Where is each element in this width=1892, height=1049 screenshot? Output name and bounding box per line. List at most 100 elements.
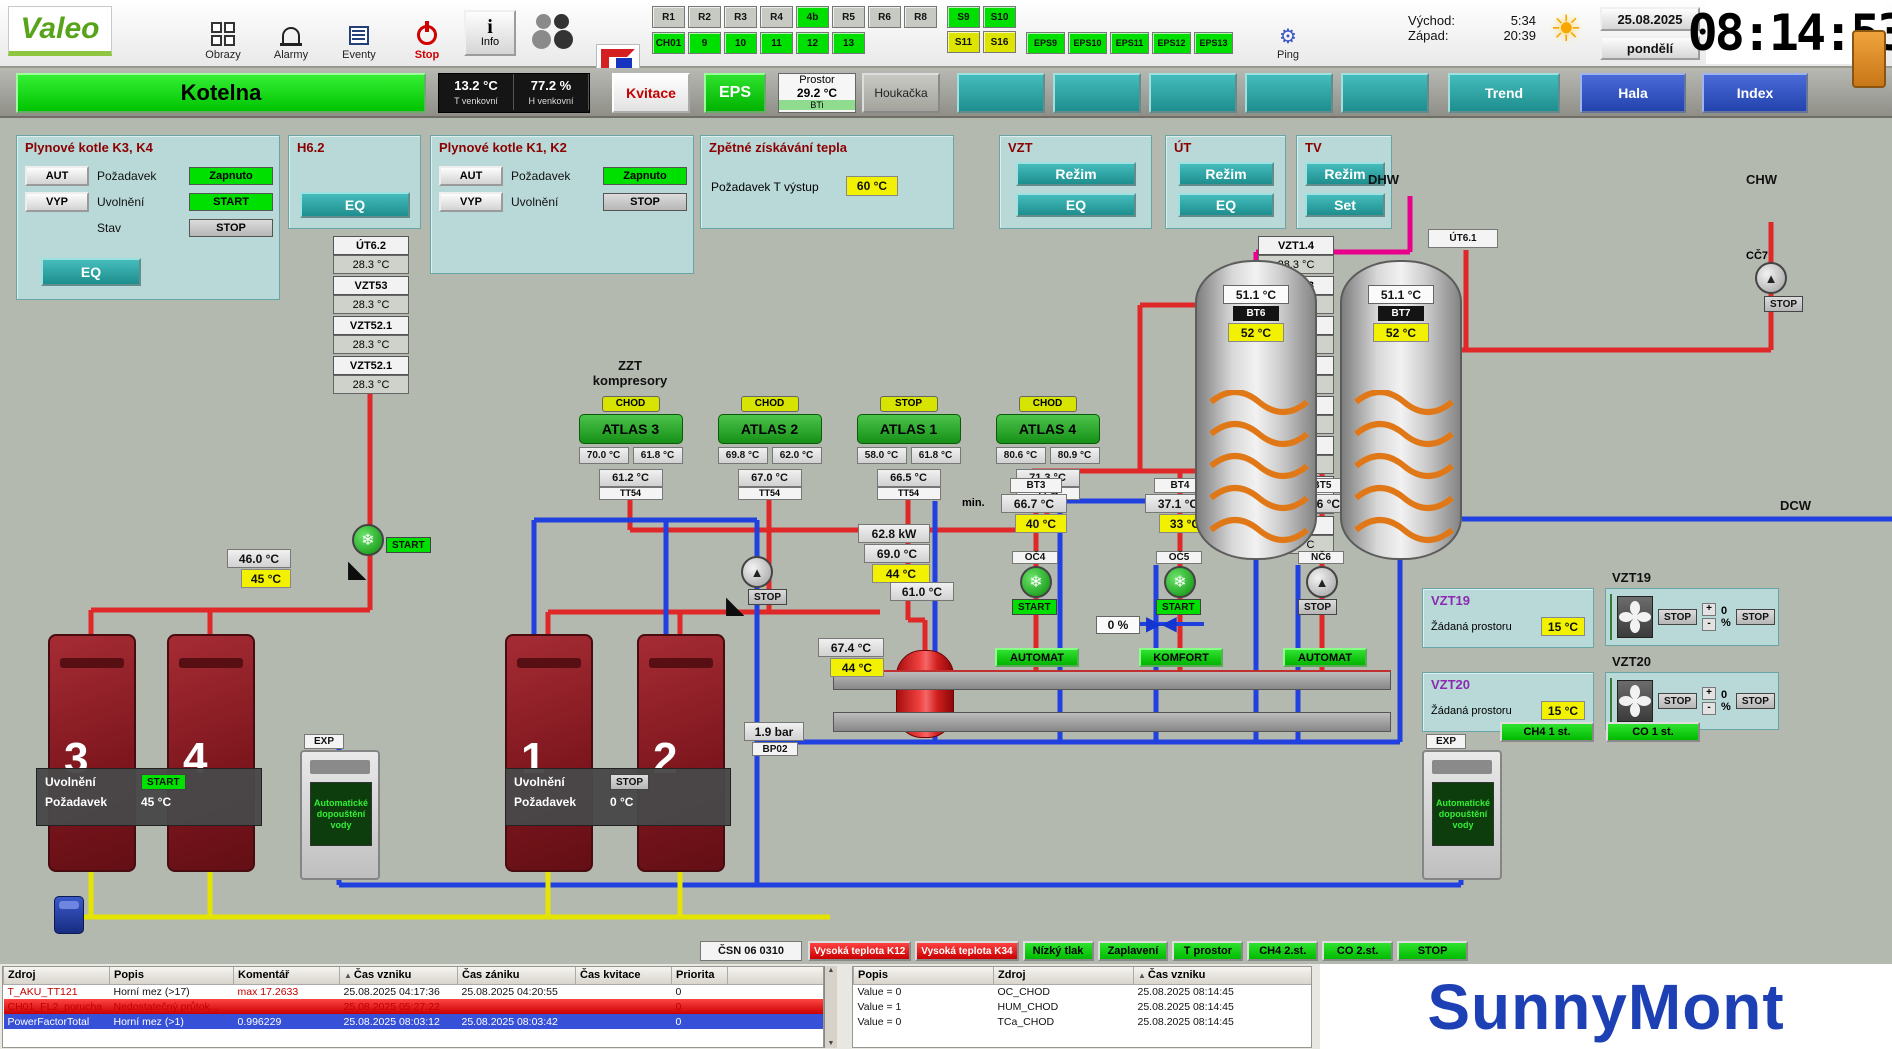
snowflake-icon: ❄ (1173, 572, 1186, 592)
k12-supply-setpoint[interactable]: 44 °C (830, 658, 884, 677)
panel-button[interactable]: Režim (1178, 162, 1274, 186)
mode-button[interactable]: VYP (439, 192, 503, 212)
cell-popis: Value = 0 (854, 984, 994, 999)
heatpump-circ-pump[interactable]: ❄ (352, 524, 384, 556)
cell-vznik: 25.08.2025 08:14:45 (1134, 1014, 1313, 1029)
unit-temp-1: 58.0 °C (857, 447, 907, 464)
mode-button[interactable]: AUT (439, 166, 503, 186)
cell-popis: Nedostatečný průtok... (110, 999, 234, 1014)
scroll-up-icon[interactable]: ▲ (828, 967, 835, 974)
event-list: Popis Zdroj ▲Čas vzniku Value = 0 OC_CHO… (852, 966, 1312, 1048)
mode-button[interactable]: AUT (25, 166, 89, 186)
alarm-table-header: Zdroj Popis Komentář ▲Čas vzniku Čas zán… (4, 967, 825, 984)
recovered-setpoint[interactable]: 44 °C (872, 564, 930, 583)
fan-icon[interactable] (1617, 680, 1653, 722)
zzt-unit[interactable]: CHOD ATLAS 3 70.0 °C 61.8 °C 61.2 °C TT5… (561, 396, 700, 500)
left-supply-setpoint[interactable]: 45 °C (241, 569, 291, 588)
row-value: START (189, 193, 273, 211)
ut-mode-button[interactable]: AUTOMAT (995, 648, 1079, 667)
alarm-strip-button[interactable]: Vysoká teplota K34 (915, 941, 1018, 961)
zzt-unit[interactable]: STOP ATLAS 1 58.0 °C 61.8 °C 66.5 °C TT5… (839, 396, 978, 500)
damper-minus-button[interactable]: - (1702, 702, 1716, 715)
zzt-setpoint-value[interactable]: 60 °C (846, 176, 898, 196)
column-header[interactable]: Zdroj (4, 967, 110, 984)
release-label: Uvolnění (514, 775, 598, 789)
column-header[interactable]: Čas zániku (458, 967, 576, 984)
alarm-row[interactable]: PowerFactorTotal Horní mez (>1) 0.996229… (4, 1014, 825, 1029)
column-header[interactable]: Čas kvitace (576, 967, 672, 984)
release-state: START (141, 774, 186, 790)
unit-name: ATLAS 3 (579, 414, 683, 444)
damper-plus-button[interactable]: + (1702, 603, 1716, 616)
alarm-strip-button[interactable]: Zaplavení (1098, 941, 1169, 961)
panel-button[interactable]: EQ (1016, 193, 1136, 217)
exp-screen: Automatické dopouštění vody (1432, 782, 1494, 846)
exp-unit-right[interactable]: Automatické dopouštění vody (1422, 750, 1502, 880)
damper-minus-button[interactable]: - (1702, 618, 1716, 631)
alarm-strip-button[interactable]: T prostor (1172, 941, 1243, 961)
eq-button[interactable]: EQ (300, 192, 410, 218)
alarm-strip-button[interactable]: STOP (1397, 941, 1468, 961)
cell-zanik: 25.08.2025 08:03:42 (458, 1014, 576, 1029)
tank1-setpoint[interactable]: 52 °C (1228, 323, 1284, 342)
event-row[interactable]: Value = 0 OC_CHOD 25.08.2025 08:14:45 (854, 984, 1313, 999)
alarm-strip-button[interactable]: Vysoká teplota K12 (808, 941, 911, 961)
gas-alarm-button[interactable]: CH4 1 st. (1500, 722, 1594, 742)
room-setpoint[interactable]: 15 °C (1541, 617, 1585, 636)
column-header[interactable]: Popis (110, 967, 234, 984)
recovered-temp: 69.0 °C (864, 544, 930, 563)
gas-alarm-button[interactable]: CO 1 st. (1606, 722, 1700, 742)
mixing-valve[interactable]: ▶◀ (1146, 614, 1177, 634)
zzt-unit[interactable]: CHOD ATLAS 2 69.8 °C 62.0 °C 67.0 °C TT5… (700, 396, 839, 500)
mid-pump[interactable]: ▲ (741, 556, 773, 588)
alarm-strip-button[interactable]: CO 2.st. (1322, 941, 1393, 961)
boiler-4[interactable]: 4 (167, 634, 255, 872)
row-label: Požadavek (511, 169, 595, 183)
bt3-setpoint[interactable]: 40 °C (1015, 514, 1067, 533)
alarm-strip-button[interactable]: CH4 2.st. (1247, 941, 1318, 961)
column-header[interactable]: ▲Čas vzniku (1134, 967, 1313, 984)
fan-icon[interactable] (1617, 596, 1653, 638)
alarm-row[interactable]: CH01_FL2_porucha Nedostatečný průtok... … (4, 999, 825, 1014)
boiler-3[interactable]: 3 (48, 634, 136, 872)
column-header[interactable]: ▲Čas vzniku (340, 967, 458, 984)
column-header[interactable]: Popis (854, 967, 994, 984)
unit-status: CHOD (602, 396, 660, 412)
cell-popis: Value = 0 (854, 1014, 994, 1029)
demand-label: Požadavek (45, 795, 129, 809)
sort-icon: ▲ (344, 971, 352, 980)
eq-button[interactable]: EQ (41, 258, 141, 286)
cc7-pump[interactable]: ▲ (1755, 262, 1787, 294)
mode-button[interactable]: VYP (25, 192, 89, 212)
room-setpoint[interactable]: 15 °C (1541, 701, 1585, 720)
tv-mode-button[interactable]: AUTOMAT (1283, 648, 1367, 667)
k12-status-box: UvolněníSTOP Požadavek0 °C (505, 768, 731, 826)
event-row[interactable]: Value = 0 TCa_CHOD 25.08.2025 08:14:45 (854, 1014, 1313, 1029)
nc6-pump[interactable]: ▲ (1306, 566, 1338, 598)
column-header[interactable]: Komentář (234, 967, 340, 984)
panel-button[interactable]: Režim (1016, 162, 1136, 186)
column-header[interactable]: Zdroj (994, 967, 1134, 984)
scroll-down-icon[interactable]: ▼ (828, 1040, 835, 1047)
cell-vznik: 25.08.2025 08:14:45 (1134, 984, 1313, 999)
ut-mode-button[interactable]: KOMFORT (1139, 648, 1223, 667)
cell-priorita: 0 (672, 984, 728, 999)
exp-label: EXP (304, 734, 344, 749)
panel-button[interactable]: Set (1305, 193, 1385, 217)
exp-unit-left[interactable]: Automatické dopouštění vody (300, 750, 380, 880)
alarm-strip-button[interactable]: Nízký tlak (1023, 941, 1094, 961)
alarm-list-scrollbar[interactable]: ▲ ▼ (824, 966, 837, 1048)
damper-plus-button[interactable]: + (1702, 687, 1716, 700)
tank2-setpoint[interactable]: 52 °C (1373, 323, 1429, 342)
panel-button[interactable]: EQ (1178, 193, 1274, 217)
alarm-row[interactable]: T_AKU_TT121 Horní mez (>17) max 17.2633 … (4, 984, 825, 999)
boiler-1[interactable]: 1 (505, 634, 593, 872)
unit-status: STOP (880, 396, 938, 412)
column-header[interactable]: Priorita (672, 967, 728, 984)
valve-icon-right: ◀ (1161, 614, 1176, 634)
boiler-2[interactable]: 2 (637, 634, 725, 872)
event-row[interactable]: Value = 1 HUM_CHOD 25.08.2025 08:14:45 (854, 999, 1313, 1014)
oc4-pump[interactable]: ❄ (1020, 566, 1052, 598)
unit-tt-label: TT54 (599, 487, 663, 500)
oc5-pump[interactable]: ❄ (1164, 566, 1196, 598)
